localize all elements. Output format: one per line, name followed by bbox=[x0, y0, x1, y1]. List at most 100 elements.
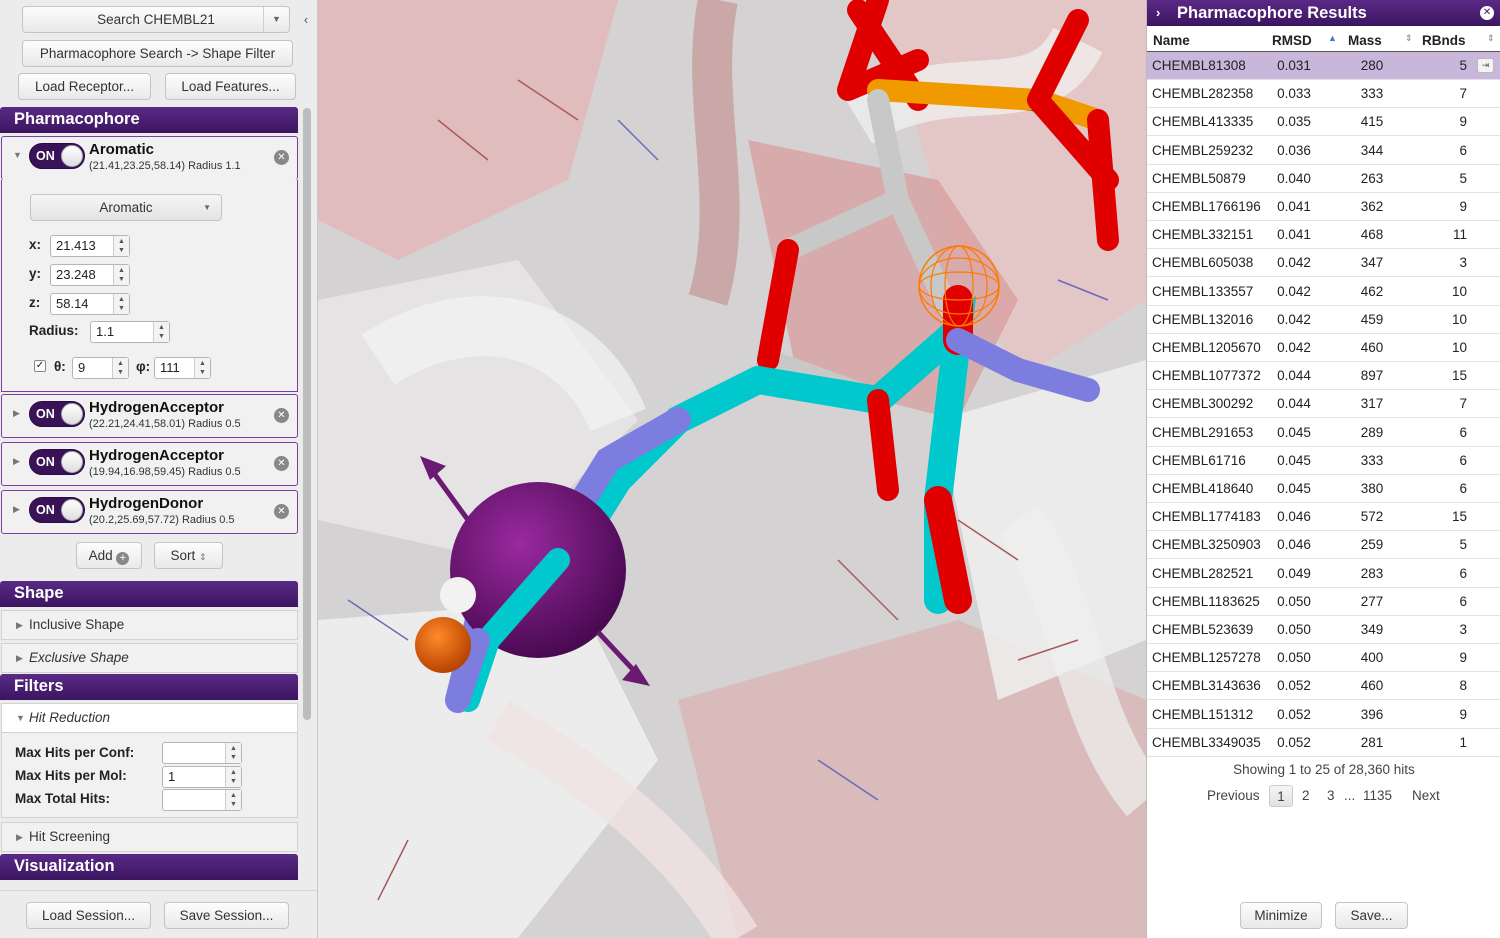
add-feature-button[interactable]: Add + bbox=[76, 542, 142, 569]
page-button[interactable]: 1 bbox=[1269, 785, 1293, 807]
table-row[interactable]: CHEMBL1766196 0.041 362 9 bbox=[1147, 193, 1500, 221]
feature-item-hydrogen-acceptor[interactable]: ▶ ON HydrogenAcceptor (19.94,16.98,59.45… bbox=[1, 442, 298, 486]
table-row[interactable]: CHEMBL418640 0.045 380 6 bbox=[1147, 475, 1500, 503]
molecule-viewer[interactable] bbox=[318, 0, 1146, 938]
sort-icon[interactable]: ⇕ bbox=[1487, 33, 1495, 44]
table-row[interactable]: CHEMBL133557 0.042 462 10 bbox=[1147, 278, 1500, 306]
table-row[interactable]: CHEMBL291653 0.045 289 6 bbox=[1147, 419, 1500, 447]
column-header-mass[interactable]: Mass bbox=[1348, 33, 1382, 48]
search-filter-button[interactable]: Pharmacophore Search -> Shape Filter bbox=[22, 40, 293, 67]
max-hits-conf-input[interactable]: ▲ ▼ bbox=[162, 742, 242, 764]
load-features-button[interactable]: Load Features... bbox=[165, 73, 296, 100]
remove-feature-icon[interactable]: ✕ bbox=[274, 456, 289, 471]
page-button[interactable]: 3 bbox=[1327, 785, 1335, 807]
table-row[interactable]: CHEMBL1205670 0.042 460 10 bbox=[1147, 334, 1500, 362]
export-row-icon[interactable]: ⇥ bbox=[1477, 58, 1494, 73]
viewer-canvas[interactable] bbox=[318, 0, 1146, 938]
stepper-icon[interactable]: ▲ ▼ bbox=[194, 358, 210, 378]
max-total-hits-input[interactable]: ▲ ▼ bbox=[162, 789, 242, 811]
direction-checkbox[interactable]: ✓ bbox=[34, 360, 46, 372]
table-row[interactable]: CHEMBL132016 0.042 459 10 bbox=[1147, 306, 1500, 334]
feature-type-select[interactable]: Aromatic ▼ bbox=[30, 194, 222, 221]
feature-toggle[interactable]: ON bbox=[29, 449, 85, 475]
visualization-header[interactable]: Visualization bbox=[0, 854, 298, 880]
hit-screening-section[interactable]: ▶ Hit Screening bbox=[1, 822, 298, 852]
page-button[interactable]: 2 bbox=[1302, 785, 1310, 807]
table-row[interactable]: CHEMBL50879 0.040 263 5 bbox=[1147, 165, 1500, 193]
z-coordinate-input[interactable]: 58.14 ▲ ▼ bbox=[50, 293, 130, 315]
y-coordinate-input[interactable]: 23.248 ▲ ▼ bbox=[50, 264, 130, 286]
table-row[interactable]: CHEMBL523639 0.050 349 3 bbox=[1147, 616, 1500, 644]
table-row[interactable]: CHEMBL3349035 0.052 281 1 bbox=[1147, 729, 1500, 757]
table-row[interactable]: CHEMBL151312 0.052 396 9 bbox=[1147, 701, 1500, 729]
theta-input[interactable]: 9 ▲ ▼ bbox=[72, 357, 129, 379]
x-coordinate-input[interactable]: 21.413 ▲ ▼ bbox=[50, 235, 130, 257]
table-row[interactable]: CHEMBL300292 0.044 317 7 bbox=[1147, 390, 1500, 419]
previous-page-button[interactable]: Previous bbox=[1207, 785, 1260, 807]
table-row[interactable]: CHEMBL3143636 0.052 460 8 bbox=[1147, 672, 1500, 701]
table-row[interactable]: CHEMBL332151 0.041 468 11 bbox=[1147, 221, 1500, 250]
results-header[interactable]: › Pharmacophore Results ✕ bbox=[1147, 0, 1500, 26]
next-page-button[interactable]: Next bbox=[1412, 785, 1440, 807]
shape-header[interactable]: Shape bbox=[0, 581, 298, 607]
chevron-right-icon[interactable]: ▶ bbox=[13, 504, 20, 515]
table-row[interactable]: CHEMBL1257278 0.050 400 9 bbox=[1147, 644, 1500, 673]
radius-input[interactable]: 1.1 ▲ ▼ bbox=[90, 321, 170, 343]
max-hits-mol-input[interactable]: 1 ▲ ▼ bbox=[162, 766, 242, 788]
close-icon[interactable]: ✕ bbox=[1480, 6, 1494, 20]
sort-features-button[interactable]: Sort ⇕ bbox=[154, 542, 223, 569]
feature-toggle[interactable]: ON bbox=[29, 143, 85, 169]
stepper-icon[interactable]: ▲ ▼ bbox=[225, 790, 241, 810]
sort-ascending-icon[interactable]: ▲ bbox=[1328, 33, 1337, 43]
chevron-right-icon[interactable]: ▶ bbox=[13, 408, 20, 419]
save-results-button[interactable]: Save... bbox=[1335, 902, 1408, 929]
feature-item-hydrogen-acceptor[interactable]: ▶ ON HydrogenAcceptor (22.21,24.41,58.01… bbox=[1, 394, 298, 438]
column-header-rbnds[interactable]: RBnds bbox=[1422, 33, 1466, 48]
stepper-icon[interactable]: ▲ ▼ bbox=[113, 236, 129, 256]
load-session-button[interactable]: Load Session... bbox=[26, 902, 151, 929]
feature-toggle[interactable]: ON bbox=[29, 497, 85, 523]
hit-reduction-section[interactable]: ▼ Hit Reduction bbox=[1, 703, 298, 733]
remove-feature-icon[interactable]: ✕ bbox=[274, 504, 289, 519]
feature-item-aromatic[interactable]: ▼ ON Aromatic (21.41,23.25,58.14) Radius… bbox=[1, 136, 298, 180]
chevron-down-icon[interactable]: ▼ bbox=[13, 150, 22, 160]
table-row[interactable]: CHEMBL61716 0.045 333 6 bbox=[1147, 447, 1500, 475]
exclusive-shape-section[interactable]: ▶ Exclusive Shape bbox=[1, 643, 298, 673]
stepper-icon[interactable]: ▲ ▼ bbox=[225, 767, 241, 787]
stepper-icon[interactable]: ▲ ▼ bbox=[113, 294, 129, 314]
table-row[interactable]: CHEMBL1077372 0.044 897 15 bbox=[1147, 362, 1500, 391]
load-receptor-button[interactable]: Load Receptor... bbox=[18, 73, 151, 100]
feature-toggle[interactable]: ON bbox=[29, 401, 85, 427]
stepper-icon[interactable]: ▲ ▼ bbox=[225, 743, 241, 763]
chevron-right-icon[interactable]: › bbox=[1156, 0, 1160, 26]
table-row[interactable]: CHEMBL259232 0.036 344 6 bbox=[1147, 137, 1500, 165]
page-button[interactable]: 1135 bbox=[1363, 785, 1392, 807]
table-row[interactable]: CHEMBL282521 0.049 283 6 bbox=[1147, 560, 1500, 588]
stepper-icon[interactable]: ▲ ▼ bbox=[112, 358, 128, 378]
pharmacophore-header[interactable]: Pharmacophore bbox=[0, 107, 298, 133]
feature-item-hydrogen-donor[interactable]: ▶ ON HydrogenDonor (20.2,25.69,57.72) Ra… bbox=[1, 490, 298, 534]
phi-input[interactable]: 111 ▲ ▼ bbox=[154, 357, 211, 379]
stepper-icon[interactable]: ▲ ▼ bbox=[113, 265, 129, 285]
remove-feature-icon[interactable]: ✕ bbox=[274, 150, 289, 165]
column-header-rmsd[interactable]: RMSD bbox=[1272, 33, 1312, 48]
stepper-icon[interactable]: ▲ ▼ bbox=[153, 322, 169, 342]
inclusive-shape-section[interactable]: ▶ Inclusive Shape bbox=[1, 610, 298, 640]
filters-header[interactable]: Filters bbox=[0, 674, 298, 700]
table-row[interactable]: CHEMBL81308 0.031 280 5 ⇥ bbox=[1147, 52, 1500, 80]
scrollbar-thumb[interactable] bbox=[303, 108, 311, 720]
table-row[interactable]: CHEMBL1774183 0.046 572 15 bbox=[1147, 503, 1500, 532]
table-row[interactable]: CHEMBL1183625 0.050 277 6 bbox=[1147, 588, 1500, 616]
table-row[interactable]: CHEMBL3250903 0.046 259 5 bbox=[1147, 531, 1500, 560]
table-row[interactable]: CHEMBL282358 0.033 333 7 bbox=[1147, 80, 1500, 109]
table-row[interactable]: CHEMBL605038 0.042 347 3 bbox=[1147, 249, 1500, 278]
collapse-panel-icon[interactable]: ‹ bbox=[299, 12, 313, 28]
save-session-button[interactable]: Save Session... bbox=[164, 902, 289, 929]
minimize-button[interactable]: Minimize bbox=[1240, 902, 1322, 929]
sort-icon[interactable]: ⇕ bbox=[1405, 33, 1413, 44]
table-row[interactable]: CHEMBL413335 0.035 415 9 bbox=[1147, 108, 1500, 137]
column-header-name[interactable]: Name bbox=[1153, 33, 1190, 48]
remove-feature-icon[interactable]: ✕ bbox=[274, 408, 289, 423]
search-database-dropdown[interactable]: Search CHEMBL21 ▼ bbox=[22, 6, 290, 33]
chevron-right-icon[interactable]: ▶ bbox=[13, 456, 20, 467]
